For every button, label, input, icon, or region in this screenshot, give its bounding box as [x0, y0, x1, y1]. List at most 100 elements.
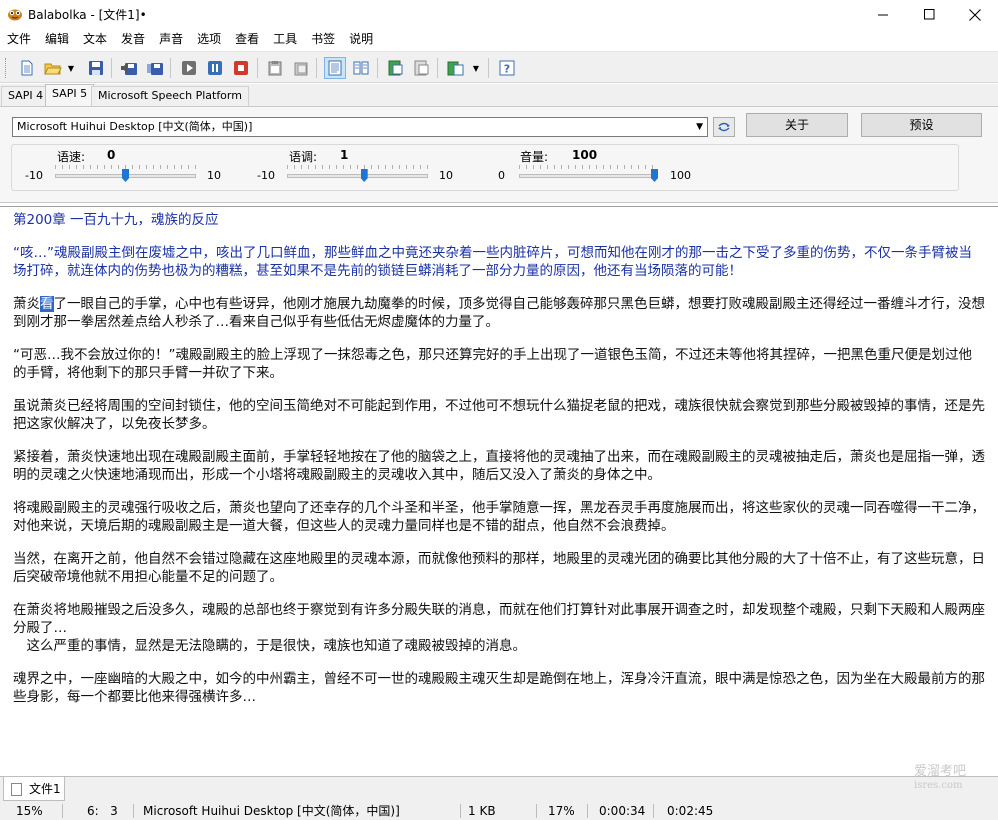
close-button[interactable]: [952, 0, 998, 29]
toolbar-separator: [316, 58, 317, 78]
menu-file[interactable]: 文件: [0, 29, 38, 50]
paragraph: 魂界之中，一座幽暗的大殿之中，如今的中州霸主，曾经不可一世的魂殿殿主魂灭生却是跪…: [13, 671, 985, 705]
dropdown-arrow-icon: ▼: [472, 63, 480, 73]
pitch-slider-track[interactable]: [287, 174, 428, 178]
toolbar-separator: [437, 58, 438, 78]
tab-microsoft-speech-platform[interactable]: Microsoft Speech Platform: [91, 86, 249, 106]
rate-label: 语速:: [57, 150, 86, 164]
play-button[interactable]: [178, 57, 200, 79]
rate-max: 10: [207, 169, 221, 182]
paragraph: 虽说萧炎已经将周围的空间封锁住，他的空间玉简绝对不可能起到作用，不过他可不想玩什…: [13, 398, 985, 432]
save-button[interactable]: [85, 57, 107, 79]
volume-label: 音量:: [520, 150, 549, 164]
status-divider: [653, 804, 654, 818]
window-title: Balabolka - [文件1]•: [28, 8, 147, 22]
minimize-button[interactable]: [860, 0, 906, 29]
dictionary-button[interactable]: [384, 57, 406, 79]
pitch-label: 语调:: [289, 150, 318, 164]
menu-speech[interactable]: 声音: [152, 29, 190, 50]
voice-panel: Microsoft Huihui Desktop [中文(简体，中国)] ▼ 关…: [0, 106, 998, 203]
watermark-url: isres.com: [914, 780, 963, 791]
stop-button[interactable]: [230, 57, 252, 79]
paragraph: 当然，在离开之前，他自然不会错过隐藏在这座地殿里的灵魂本源，而就像他预料的那样，…: [13, 551, 985, 585]
speech-settings-icon: [353, 61, 369, 75]
status-divider: [460, 804, 461, 818]
document-tab-label: 文件1: [29, 782, 61, 796]
toolbar-separator: [377, 58, 378, 78]
play-icon: [182, 61, 196, 75]
menu-bar: 文件 编辑 文本 发音 声音 选项 查看 工具 书签 说明: [0, 29, 998, 50]
menu-bookmarks[interactable]: 书签: [304, 29, 342, 50]
audio-file-dropdown[interactable]: ▼: [471, 57, 481, 79]
text-view-button[interactable]: [324, 57, 346, 79]
help-icon: ?: [499, 60, 515, 76]
volume-slider-track[interactable]: [519, 174, 658, 178]
open-folder-icon: [44, 63, 62, 75]
document-tabs: 文件1: [0, 776, 998, 802]
about-button[interactable]: 关于: [746, 113, 848, 137]
help-button[interactable]: ?: [496, 57, 518, 79]
read-clipboard-button[interactable]: [264, 57, 286, 79]
menu-edit[interactable]: 编辑: [38, 29, 76, 50]
refresh-voices-button[interactable]: [713, 117, 735, 137]
minimize-icon: [877, 14, 888, 16]
volume-max: 100: [670, 169, 691, 182]
speech-settings-button[interactable]: [350, 57, 372, 79]
status-divider: [133, 804, 134, 818]
maximize-button[interactable]: [906, 0, 952, 29]
status-zoom: 15%: [16, 804, 43, 818]
save-audio-split-icon: [147, 63, 163, 75]
tab-sapi4[interactable]: SAPI 4: [1, 86, 51, 106]
chapter-heading: 第200章 一百九十九，魂族的反应: [13, 212, 219, 228]
text-editor[interactable]: 第200章 一百九十九，魂族的反应 “咳…”魂殿副殿主倒在废墟之中，咳出了几口鲜…: [0, 206, 998, 776]
audio-file-icon: [447, 61, 464, 76]
watermark-text: 爱溜考吧: [914, 764, 967, 779]
status-total-time: 0:02:45: [667, 804, 714, 818]
status-progress: 17%: [548, 804, 575, 818]
rate-min: -10: [25, 169, 43, 182]
clipboard-stop-icon: [294, 62, 308, 76]
save-audio-button[interactable]: [118, 57, 140, 79]
audio-file-button[interactable]: [445, 57, 467, 79]
open-file-button[interactable]: [42, 57, 64, 79]
menu-text[interactable]: 文本: [76, 29, 114, 50]
open-recent-dropdown[interactable]: ▼: [66, 57, 76, 79]
status-divider: [536, 804, 537, 818]
status-voice: Microsoft Huihui Desktop [中文(简体，中国)]: [143, 804, 400, 818]
paragraph: 将魂殿副殿主的灵魂强行吸收之后，萧炎也望向了还幸存的几个斗圣和半圣，他手掌随意一…: [13, 500, 985, 534]
pitch-max: 10: [439, 169, 453, 182]
toolbar-grip[interactable]: [5, 58, 8, 78]
balabolka-app-icon: [8, 9, 22, 21]
pause-button[interactable]: [204, 57, 226, 79]
menu-tools[interactable]: 工具: [266, 29, 304, 50]
clipboard-stop-button[interactable]: [290, 57, 312, 79]
save-audio-split-button[interactable]: [144, 57, 166, 79]
watermark: 爱溜考吧 isres.com: [914, 765, 966, 793]
menu-pronunciation[interactable]: 发音: [114, 29, 152, 50]
slider-ticks: [519, 165, 658, 169]
dictionary-edit-button[interactable]: [410, 57, 432, 79]
status-cursor-position: 6: 3: [87, 804, 118, 818]
highlighted-word: 看: [40, 296, 54, 312]
svg-text:?: ?: [504, 63, 510, 76]
dropdown-arrow-icon: ▼: [67, 63, 75, 73]
tab-sapi5[interactable]: SAPI 5: [45, 84, 95, 107]
slider-ticks: [55, 165, 196, 169]
slider-ticks: [287, 165, 428, 169]
preset-button[interactable]: 预设: [861, 113, 982, 137]
status-file-size: 1 KB: [468, 804, 496, 818]
new-file-button[interactable]: [16, 57, 38, 79]
menu-help[interactable]: 说明: [342, 29, 380, 50]
refresh-arrows-icon: [718, 122, 730, 132]
clipboard-read-icon: [268, 61, 282, 76]
document-icon: [11, 783, 22, 796]
menu-options[interactable]: 选项: [190, 29, 228, 50]
volume-min: 0: [498, 169, 505, 182]
toolbar-separator: [257, 58, 258, 78]
stop-icon: [234, 61, 248, 75]
status-elapsed-time: 0:00:34: [599, 804, 646, 818]
document-tab[interactable]: 文件1: [3, 777, 65, 801]
paragraph: “咳…”魂殿副殿主倒在废墟之中，咳出了几口鲜血，那些鲜血之中竟还夹杂着一些内脏碎…: [13, 245, 972, 279]
voice-select[interactable]: Microsoft Huihui Desktop [中文(简体，中国)] ▼: [12, 117, 708, 137]
menu-view[interactable]: 查看: [228, 29, 266, 50]
